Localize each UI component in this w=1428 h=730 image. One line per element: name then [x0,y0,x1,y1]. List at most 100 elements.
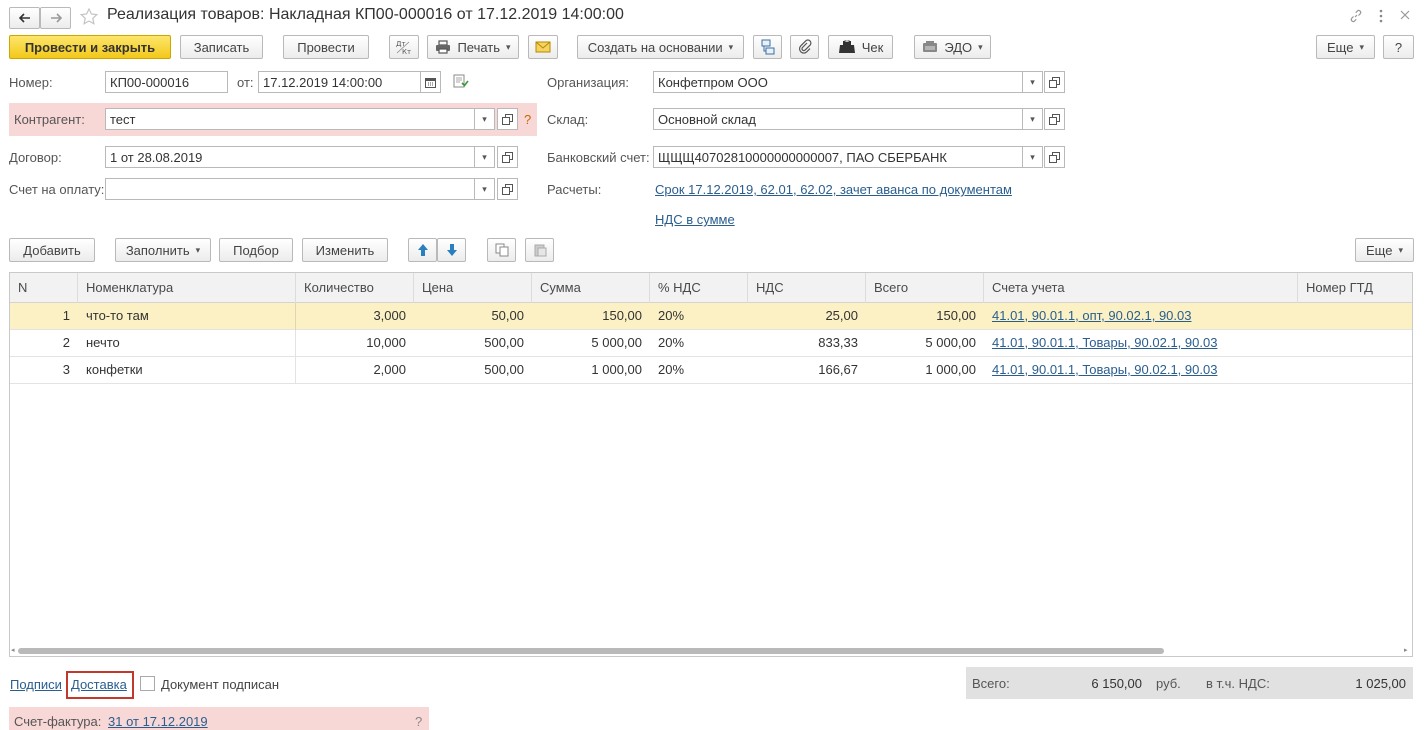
column-header-accounts[interactable]: Счета учета [984,273,1298,303]
link-icon[interactable] [1348,8,1364,24]
structure-button[interactable] [753,35,782,59]
bank-account-field[interactable]: ЩЩЩ40702810000000000007, ПАО СБЕРБАНК [653,146,1023,168]
cell-gtd[interactable] [1298,303,1412,330]
invoice-dropdown-button[interactable]: ▾ [474,178,495,200]
contractor-field[interactable]: тест [105,108,475,130]
post-button[interactable]: Провести [283,35,369,59]
invoice-field[interactable] [105,178,475,200]
contractor-open-button[interactable] [497,108,518,130]
document-status-icon[interactable] [453,74,469,88]
table-row[interactable]: 1 что-то там 3,000 50,00 150,00 20% 25,0… [10,303,1412,330]
add-row-button[interactable]: Добавить [9,238,95,262]
signatures-link[interactable]: Подписи [10,677,62,692]
contract-open-button[interactable] [497,146,518,168]
tax-invoice-help-mark[interactable]: ? [415,714,422,729]
column-header-nomenclature[interactable]: Номенклатура [78,273,296,303]
organization-field[interactable]: Конфетпром ООО [653,71,1023,93]
table-row[interactable]: 3 конфетки 2,000 500,00 1 000,00 20% 166… [10,357,1412,384]
column-header-quantity[interactable]: Количество [296,273,414,303]
cell-total[interactable]: 150,00 [866,303,984,330]
table-more-button[interactable]: Еще ▾ [1355,238,1414,262]
cell-vat[interactable]: 166,67 [748,357,866,384]
cell-quantity[interactable]: 2,000 [296,357,414,384]
print-button[interactable]: Печать ▾ [427,35,519,59]
dt-kt-button[interactable]: Дт Кт [389,35,419,59]
cell-price[interactable]: 500,00 [414,330,532,357]
kebab-menu-icon[interactable] [1376,8,1386,24]
fill-button[interactable]: Заполнить ▾ [115,238,211,262]
bank-account-open-button[interactable] [1044,146,1065,168]
tax-invoice-link[interactable]: 31 от 17.12.2019 [108,714,208,729]
cell-accounts-link[interactable]: 41.01, 90.01.1, Товары, 90.02.1, 90.03 [984,330,1298,357]
cell-price[interactable]: 500,00 [414,357,532,384]
cell-nomenclature[interactable]: конфетки [78,357,296,384]
horizontal-scrollbar[interactable] [18,648,1164,654]
cell-nomenclature[interactable]: нечто [78,330,296,357]
bank-account-dropdown-button[interactable]: ▾ [1022,146,1043,168]
help-button[interactable]: ? [1383,35,1414,59]
column-header-total[interactable]: Всего [866,273,984,303]
organization-open-button[interactable] [1044,71,1065,93]
email-button[interactable] [528,35,558,59]
cell-total[interactable]: 5 000,00 [866,330,984,357]
goods-table[interactable]: N Номенклатура Количество Цена Сумма % Н… [9,272,1413,657]
warehouse-dropdown-button[interactable]: ▾ [1022,108,1043,130]
vat-in-sum-link[interactable]: НДС в сумме [655,212,735,227]
cell-sum[interactable]: 150,00 [532,303,650,330]
back-button[interactable] [9,7,40,29]
column-header-price[interactable]: Цена [414,273,532,303]
column-header-vat-rate[interactable]: % НДС [650,273,748,303]
save-button[interactable]: Записать [180,35,263,59]
more-button[interactable]: Еще ▾ [1316,35,1375,59]
date-field[interactable]: 17.12.2019 14:00:00 [258,71,421,93]
cell-nomenclature[interactable]: что-то там [78,303,296,330]
cell-gtd[interactable] [1298,357,1412,384]
warehouse-field[interactable]: Основной склад [653,108,1023,130]
cell-total[interactable]: 1 000,00 [866,357,984,384]
cell-vat[interactable]: 25,00 [748,303,866,330]
move-down-button[interactable] [437,238,466,262]
cell-vat-rate[interactable]: 20% [650,303,748,330]
move-up-button[interactable] [408,238,437,262]
edo-button[interactable]: ЭДО ▾ [914,35,991,59]
cell-accounts-link[interactable]: 41.01, 90.01.1, опт, 90.02.1, 90.03 [984,303,1298,330]
cell-quantity[interactable]: 10,000 [296,330,414,357]
selection-button[interactable]: Подбор [219,238,293,262]
number-field[interactable]: КП00-000016 [105,71,228,93]
column-header-sum[interactable]: Сумма [532,273,650,303]
document-signed-checkbox[interactable] [140,676,155,691]
column-header-vat[interactable]: НДС [748,273,866,303]
column-header-gtd[interactable]: Номер ГТД [1298,273,1412,303]
post-and-close-button[interactable]: Провести и закрыть [9,35,171,59]
receipt-button[interactable]: Чек [828,35,893,59]
star-icon[interactable] [79,7,99,27]
warehouse-open-button[interactable] [1044,108,1065,130]
cell-vat-rate[interactable]: 20% [650,330,748,357]
cell-quantity[interactable]: 3,000 [296,303,414,330]
cell-sum[interactable]: 5 000,00 [532,330,650,357]
contractor-dropdown-button[interactable]: ▾ [474,108,495,130]
column-header-n[interactable]: N [10,273,78,303]
contractor-help-mark[interactable]: ? [524,112,531,127]
forward-button[interactable] [40,7,71,29]
cell-price[interactable]: 50,00 [414,303,532,330]
settlements-link[interactable]: Срок 17.12.2019, 62.01, 62.02, зачет ава… [655,182,1012,197]
copy-rows-button[interactable] [487,238,516,262]
create-based-on-button[interactable]: Создать на основании ▾ [577,35,744,59]
delivery-link[interactable]: Доставка [71,677,127,692]
change-button[interactable]: Изменить [302,238,388,262]
paste-rows-button[interactable] [525,238,554,262]
table-row[interactable]: 2 нечто 10,000 500,00 5 000,00 20% 833,3… [10,330,1412,357]
contract-field[interactable]: 1 от 28.08.2019 [105,146,475,168]
cell-vat-rate[interactable]: 20% [650,357,748,384]
attach-button[interactable] [790,35,819,59]
invoice-open-button[interactable] [497,178,518,200]
organization-dropdown-button[interactable]: ▾ [1022,71,1043,93]
contract-dropdown-button[interactable]: ▾ [474,146,495,168]
cell-gtd[interactable] [1298,330,1412,357]
cell-vat[interactable]: 833,33 [748,330,866,357]
cell-sum[interactable]: 1 000,00 [532,357,650,384]
cell-accounts-link[interactable]: 41.01, 90.01.1, Товары, 90.02.1, 90.03 [984,357,1298,384]
close-icon[interactable] [1400,10,1410,20]
scroll-left-arrow[interactable]: ◂ [11,646,15,654]
